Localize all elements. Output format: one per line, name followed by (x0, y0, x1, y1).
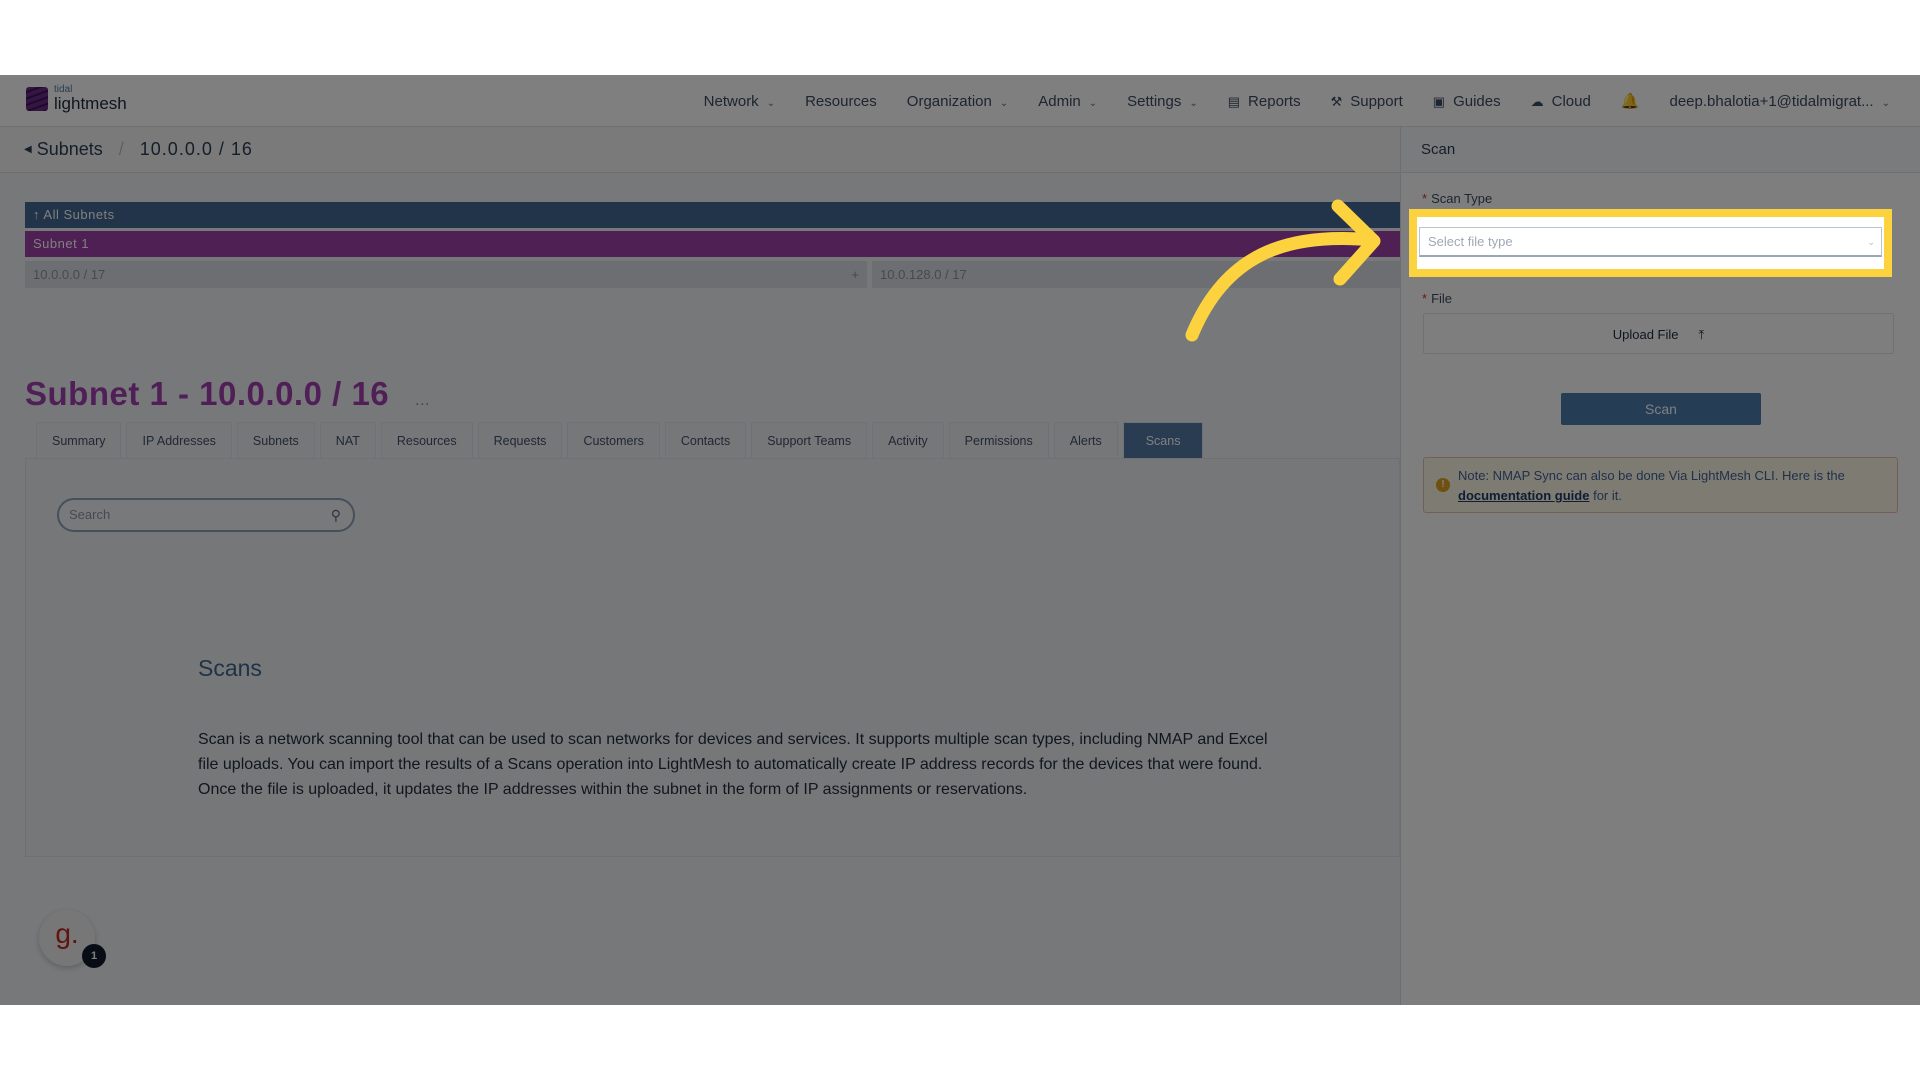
nav-label: Settings (1127, 92, 1182, 110)
tab-summary[interactable]: Summary (36, 422, 122, 458)
tab-resources[interactable]: Resources (380, 422, 473, 458)
notification-badge: 1 (82, 944, 106, 968)
selected-subnet-bar[interactable]: Subnet 1 (25, 231, 1400, 257)
scan-type-label: * Scan Type (1422, 191, 1492, 206)
nav-label: Network (703, 92, 759, 110)
page-title: Subnet 1 - 10.0.0.0 / 16... (25, 375, 430, 413)
child-subnet-right[interactable]: 10.0.128.0 / 17 (872, 261, 1400, 288)
scans-description: Scan is a network scanning tool that can… (198, 731, 1268, 798)
tab-customers[interactable]: Customers (567, 422, 660, 458)
nav-label: Guides (1453, 92, 1501, 110)
nav-settings[interactable]: Settings ⌄ (1127, 93, 1198, 110)
tab-activity[interactable]: Activity (872, 422, 944, 458)
tab-nat[interactable]: NAT (319, 422, 376, 458)
more-options-button[interactable]: ... (415, 392, 430, 409)
selected-subnet-label: Subnet 1 (33, 236, 90, 251)
chevron-down-icon: ⌄ (766, 97, 776, 109)
user-email: deep.bhalotia+1@tidalmigrat... (1669, 92, 1874, 110)
scan-button[interactable]: Scan (1561, 393, 1761, 425)
user-menu[interactable]: deep.bhalotia+1@tidalmigrat... ⌄ (1670, 93, 1891, 110)
chevron-down-icon: ⌄ (1088, 97, 1098, 109)
cli-note: ! Note: NMAP Sync can also be done Via L… (1423, 457, 1898, 513)
chevron-down-icon: ⌄ (1881, 97, 1890, 109)
tab-ip-addresses[interactable]: IP Addresses (126, 422, 232, 458)
select-placeholder: Select file type (1428, 234, 1513, 249)
wrench-icon: ⚒ (1330, 93, 1343, 109)
nav-guides[interactable]: ▣ Guides (1433, 93, 1501, 110)
logo-text-bottom: lightmesh (54, 94, 127, 113)
back-icon[interactable]: ◀ (24, 144, 32, 155)
nav-reports[interactable]: ▤ Reports (1228, 93, 1301, 110)
nav-resources[interactable]: Resources (805, 93, 877, 110)
breadcrumb-current: 10.0.0.0 / 16 (139, 139, 253, 159)
tab-subnets[interactable]: Subnets (236, 422, 315, 458)
nav-label: Cloud (1551, 92, 1591, 110)
required-marker: * (1422, 191, 1428, 206)
scan-type-select[interactable]: Select file type ⌄ (1419, 227, 1882, 257)
note-text: Note: NMAP Sync can also be done Via Lig… (1458, 468, 1845, 483)
breadcrumb-separator: / (118, 139, 124, 159)
nav-organization[interactable]: Organization ⌄ (907, 93, 1008, 110)
help-logo: g. (55, 918, 79, 949)
warning-icon: ! (1436, 478, 1450, 492)
highlight-box: Select file type ⌄ (1409, 209, 1892, 277)
cloud-icon: ☁ (1530, 93, 1544, 109)
breadcrumb: ◀ Subnets / 10.0.0.0 / 16 (0, 127, 1400, 173)
tab-support-teams[interactable]: Support Teams (751, 422, 868, 458)
search-input[interactable]: Search ⚲ (57, 498, 355, 532)
nav-label: Support (1350, 92, 1403, 110)
add-subnet-button[interactable]: + (851, 261, 859, 288)
upload-file-button[interactable]: Upload File ⤒ (1423, 313, 1894, 354)
chevron-down-icon: ⌄ (999, 97, 1009, 109)
tab-alerts[interactable]: Alerts (1053, 422, 1118, 458)
panel-title: Scan (1401, 127, 1920, 173)
nav-support[interactable]: ⚒ Support (1331, 93, 1403, 110)
top-nav: tidal lightmesh Network ⌄ Resources Organi… (0, 75, 1920, 127)
child-subnet-label: 10.0.0.0 / 17 (33, 267, 106, 282)
chart-icon: ▤ (1227, 93, 1241, 109)
page-title-text: Subnet 1 - 10.0.0.0 / 16 (25, 375, 390, 412)
all-subnets-bar[interactable]: ↑ All Subnets (25, 202, 1400, 228)
nav-label: Resources (805, 92, 877, 110)
tab-scans[interactable]: Scans (1122, 422, 1204, 458)
search-icon[interactable]: ⚲ (331, 500, 341, 530)
tab-contacts[interactable]: Contacts (664, 422, 747, 458)
nav-label: Reports (1248, 92, 1301, 110)
book-icon: ▣ (1432, 93, 1446, 109)
upload-icon: ⤒ (1698, 327, 1705, 342)
child-subnet-left[interactable]: 10.0.0.0 / 17 + (25, 261, 867, 288)
logo[interactable]: tidal lightmesh (26, 85, 127, 112)
breadcrumb-parent[interactable]: Subnets (37, 139, 103, 160)
chevron-down-icon: ⌄ (1867, 237, 1875, 247)
file-label: * File (1422, 291, 1452, 306)
nav-admin[interactable]: Admin ⌄ (1038, 93, 1097, 110)
nav-label: Organization (906, 92, 992, 110)
search-placeholder: Search (69, 507, 111, 522)
label-text: File (1431, 291, 1453, 306)
nav-cloud[interactable]: ☁ Cloud (1531, 93, 1591, 110)
scans-content: Search ⚲ Scans Scan is a network scanning… (25, 458, 1400, 857)
tab-permissions[interactable]: Permissions (948, 422, 1049, 458)
all-subnets-label: All Subnets (43, 207, 115, 222)
chevron-down-icon: ⌄ (1189, 97, 1198, 109)
nav-network[interactable]: Network ⌄ (704, 93, 775, 110)
logo-icon (26, 86, 48, 111)
bell-icon[interactable]: 🔔 (1621, 92, 1640, 110)
child-subnet-label: 10.0.128.0 / 17 (880, 267, 967, 282)
upload-label: Upload File (1612, 327, 1679, 342)
documentation-guide-link[interactable]: documentation guide (1458, 488, 1589, 503)
nav-label: Admin (1038, 92, 1081, 110)
note-suffix: for it. (1593, 488, 1622, 503)
tab-bar: Summary IP Addresses Subnets NAT Resources Re… (36, 422, 1204, 458)
scans-heading: Scans (198, 655, 262, 681)
tab-requests[interactable]: Requests (477, 422, 563, 458)
required-marker: * (1422, 291, 1428, 306)
label-text: Scan Type (1431, 191, 1493, 206)
